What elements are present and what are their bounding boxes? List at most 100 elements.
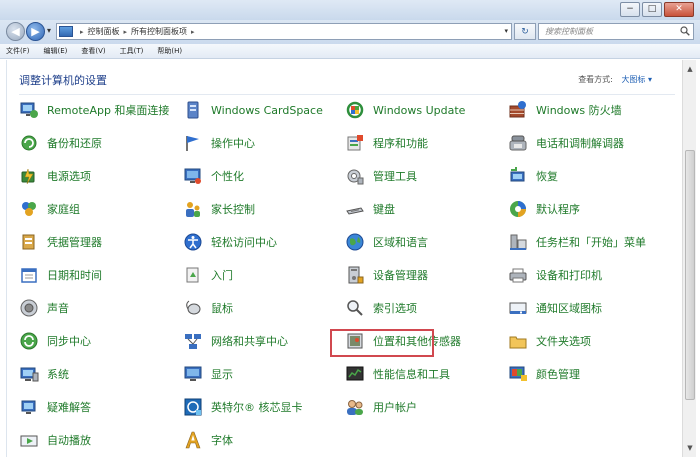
system-icon bbox=[20, 367, 39, 382]
item-parental-controls[interactable]: 家长控制 bbox=[183, 199, 255, 219]
item-credential-manager[interactable]: 凭据管理器 bbox=[19, 232, 102, 252]
minimize-button[interactable]: − bbox=[620, 2, 640, 17]
item-label: 日期和时间 bbox=[47, 269, 102, 282]
close-button[interactable]: ✕ bbox=[664, 2, 694, 17]
item-phone-modem[interactable]: 电话和调制解调器 bbox=[508, 133, 624, 153]
calendar-icon bbox=[21, 268, 37, 283]
item-color-management[interactable]: 颜色管理 bbox=[508, 364, 580, 384]
item-cardspace[interactable]: Windows CardSpace bbox=[183, 100, 323, 120]
refresh-button[interactable]: ↻ bbox=[514, 23, 536, 40]
item-label: 用户帐户 bbox=[373, 401, 417, 414]
item-sync-center[interactable]: 同步中心 bbox=[19, 331, 91, 351]
item-windows-update[interactable]: Windows Update bbox=[345, 100, 465, 120]
search-input[interactable]: 搜索控制面板 bbox=[538, 23, 694, 40]
item-performance[interactable]: 性能信息和工具 bbox=[345, 364, 450, 384]
item-user-accounts[interactable]: 用户帐户 bbox=[345, 397, 417, 417]
item-label: 轻松访问中心 bbox=[211, 236, 277, 249]
item-default-programs[interactable]: 默认程序 bbox=[508, 199, 580, 219]
item-display[interactable]: 显示 bbox=[183, 364, 233, 384]
address-dropdown-icon[interactable]: ▾ bbox=[504, 27, 508, 35]
menu-edit[interactable]: 编辑(E) bbox=[44, 46, 68, 56]
item-recovery[interactable]: 恢复 bbox=[508, 166, 558, 186]
item-getting-started[interactable]: 入门 bbox=[183, 265, 233, 285]
item-programs-features[interactable]: 程序和功能 bbox=[345, 133, 428, 153]
notification-area-icon bbox=[509, 302, 527, 314]
item-label: 文件夹选项 bbox=[536, 335, 591, 348]
item-sound[interactable]: 声音 bbox=[19, 298, 69, 318]
personalization-icon bbox=[184, 168, 201, 184]
menu-view[interactable]: 查看(V) bbox=[81, 46, 105, 56]
item-label: 声音 bbox=[47, 302, 69, 315]
item-system[interactable]: 系统 bbox=[19, 364, 69, 384]
item-admin-tools[interactable]: 管理工具 bbox=[345, 166, 417, 186]
item-folder-options[interactable]: 文件夹选项 bbox=[508, 331, 591, 351]
history-dropdown-icon[interactable]: ▾ bbox=[47, 26, 51, 35]
item-label: 凭据管理器 bbox=[47, 236, 102, 249]
item-fonts[interactable]: 字体 bbox=[183, 430, 233, 450]
item-ease-of-access[interactable]: 轻松访问中心 bbox=[183, 232, 277, 252]
item-notification-icons[interactable]: 通知区域图标 bbox=[508, 298, 602, 318]
maximize-button[interactable]: □ bbox=[642, 2, 662, 17]
back-button[interactable]: ◀ bbox=[6, 22, 25, 41]
troubleshooting-icon bbox=[21, 400, 36, 414]
breadcrumb-separator-icon[interactable]: ▸ bbox=[80, 28, 84, 36]
item-firewall[interactable]: Windows 防火墙 bbox=[508, 100, 622, 120]
breadcrumb-control-panel[interactable]: 控制面板 bbox=[88, 26, 120, 37]
item-autoplay[interactable]: 自动播放 bbox=[19, 430, 91, 450]
item-personalization[interactable]: 个性化 bbox=[183, 166, 244, 186]
item-homegroup[interactable]: 家庭组 bbox=[19, 199, 80, 219]
control-panel-content: 调整计算机的设置 查看方式: 大图标 ▾ RemoteApp 和桌面连接 Win… bbox=[6, 60, 682, 457]
menu-file[interactable]: 文件(F) bbox=[6, 46, 30, 56]
item-network-sharing[interactable]: 网络和共享中心 bbox=[183, 331, 288, 351]
item-mouse[interactable]: 鼠标 bbox=[183, 298, 233, 318]
default-programs-icon bbox=[510, 201, 526, 217]
vertical-scrollbar[interactable]: ▲ ▼ bbox=[682, 60, 696, 457]
scroll-thumb[interactable] bbox=[685, 150, 695, 400]
view-mode-dropdown[interactable]: 大图标 ▾ bbox=[621, 75, 652, 84]
address-bar[interactable]: ▸ 控制面板 ▸ 所有控制面板项 ▸ ▾ bbox=[56, 23, 512, 40]
menu-bar: 文件(F) 编辑(E) 查看(V) 工具(T) 帮助(H) bbox=[0, 44, 700, 59]
item-label: 家庭组 bbox=[47, 203, 80, 216]
menu-help[interactable]: 帮助(H) bbox=[157, 46, 182, 56]
item-label: 索引选项 bbox=[373, 302, 417, 315]
item-label: 管理工具 bbox=[373, 170, 417, 183]
item-label: 英特尔® 核芯显卡 bbox=[211, 401, 303, 414]
item-taskbar-start[interactable]: 任务栏和「开始」菜单 bbox=[508, 232, 646, 252]
view-mode-label: 查看方式: bbox=[578, 75, 613, 84]
speaker-icon bbox=[20, 299, 38, 317]
item-device-manager[interactable]: 设备管理器 bbox=[345, 265, 428, 285]
item-intel-graphics[interactable]: 英特尔® 核芯显卡 bbox=[183, 397, 303, 417]
scroll-down-icon[interactable]: ▼ bbox=[683, 441, 697, 455]
indexing-icon bbox=[347, 300, 363, 316]
item-power-options[interactable]: 电源选项 bbox=[19, 166, 91, 186]
item-label: 电话和调制解调器 bbox=[536, 137, 624, 150]
item-label: 操作中心 bbox=[211, 137, 255, 150]
search-placeholder: 搜索控制面板 bbox=[545, 27, 593, 36]
item-backup-restore[interactable]: 备份和还原 bbox=[19, 133, 102, 153]
item-region-language[interactable]: 区域和语言 bbox=[345, 232, 428, 252]
breadcrumb-all-items[interactable]: 所有控制面板项 bbox=[131, 26, 187, 37]
breadcrumb-separator-icon[interactable]: ▸ bbox=[191, 28, 195, 36]
item-label: 疑难解答 bbox=[47, 401, 91, 414]
sync-icon bbox=[20, 332, 38, 350]
item-date-time[interactable]: 日期和时间 bbox=[19, 265, 102, 285]
item-label: 网络和共享中心 bbox=[211, 335, 288, 348]
address-row: ◀ ▶ ▾ ▸ 控制面板 ▸ 所有控制面板项 ▸ ▾ ↻ 搜索控制面板 bbox=[0, 20, 700, 44]
item-label: 家长控制 bbox=[211, 203, 255, 216]
menu-tools[interactable]: 工具(T) bbox=[120, 46, 144, 56]
scroll-up-icon[interactable]: ▲ bbox=[683, 62, 697, 76]
admin-tools-icon bbox=[347, 169, 364, 185]
item-label: 键盘 bbox=[373, 203, 395, 216]
item-troubleshooting[interactable]: 疑难解答 bbox=[19, 397, 91, 417]
breadcrumb-separator-icon[interactable]: ▸ bbox=[124, 28, 128, 36]
forward-button[interactable]: ▶ bbox=[26, 22, 45, 41]
item-remoteapp[interactable]: RemoteApp 和桌面连接 bbox=[19, 100, 169, 120]
device-manager-icon bbox=[348, 266, 364, 284]
fonts-icon bbox=[185, 431, 201, 449]
autoplay-icon bbox=[20, 435, 38, 447]
item-devices-printers[interactable]: 设备和打印机 bbox=[508, 265, 602, 285]
item-label: 备份和还原 bbox=[47, 137, 102, 150]
item-action-center[interactable]: 操作中心 bbox=[183, 133, 255, 153]
item-keyboard[interactable]: 键盘 bbox=[345, 199, 395, 219]
item-indexing-options[interactable]: 索引选项 bbox=[345, 298, 417, 318]
